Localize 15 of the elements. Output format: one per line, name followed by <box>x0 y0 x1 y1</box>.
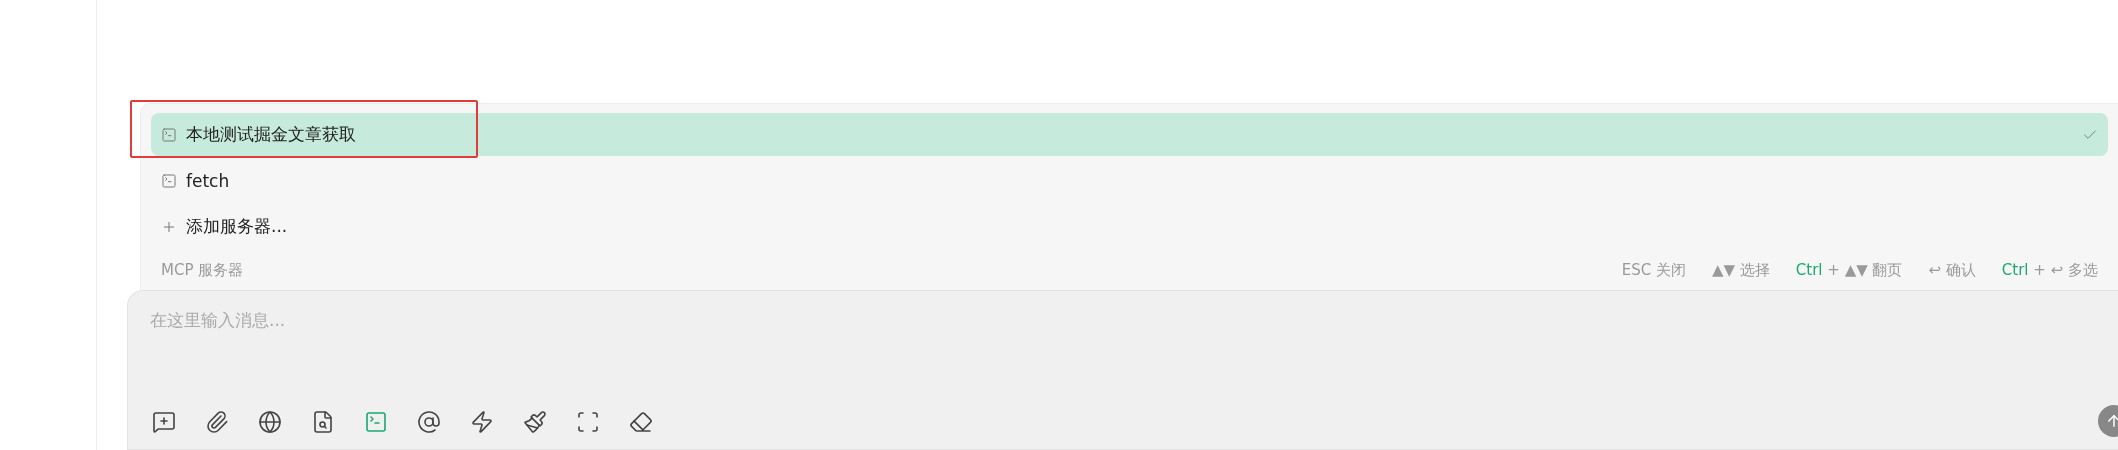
server-name: 添加服务器... <box>186 215 289 238</box>
server-name: 本地测试掘金文章获取 <box>186 123 357 146</box>
server-name: fetch <box>186 170 231 191</box>
terminal-icon <box>161 172 177 189</box>
shortcut-hint: Ctrl + ▲▼ 翻页 <box>1795 261 1903 280</box>
shortcut-hint: ↩ 确认 <box>1928 261 1976 280</box>
add-server-item[interactable]: 添加服务器... <box>151 205 2108 248</box>
shortcut-hint: Ctrl + ↩ 多选 <box>2001 261 2098 280</box>
shortcut-hint: ESC 关闭 <box>1621 261 1686 280</box>
shortcut-hint: ▲▼ 选择 <box>1712 261 1770 280</box>
server-item[interactable]: 本地测试掘金文章获取 <box>151 113 2108 156</box>
message-input[interactable]: 在这里输入消息... <box>148 309 552 331</box>
terminal-icon <box>161 126 177 143</box>
menu-title: MCP 服务器 <box>161 261 244 280</box>
server-item[interactable]: fetch <box>151 159 2108 202</box>
